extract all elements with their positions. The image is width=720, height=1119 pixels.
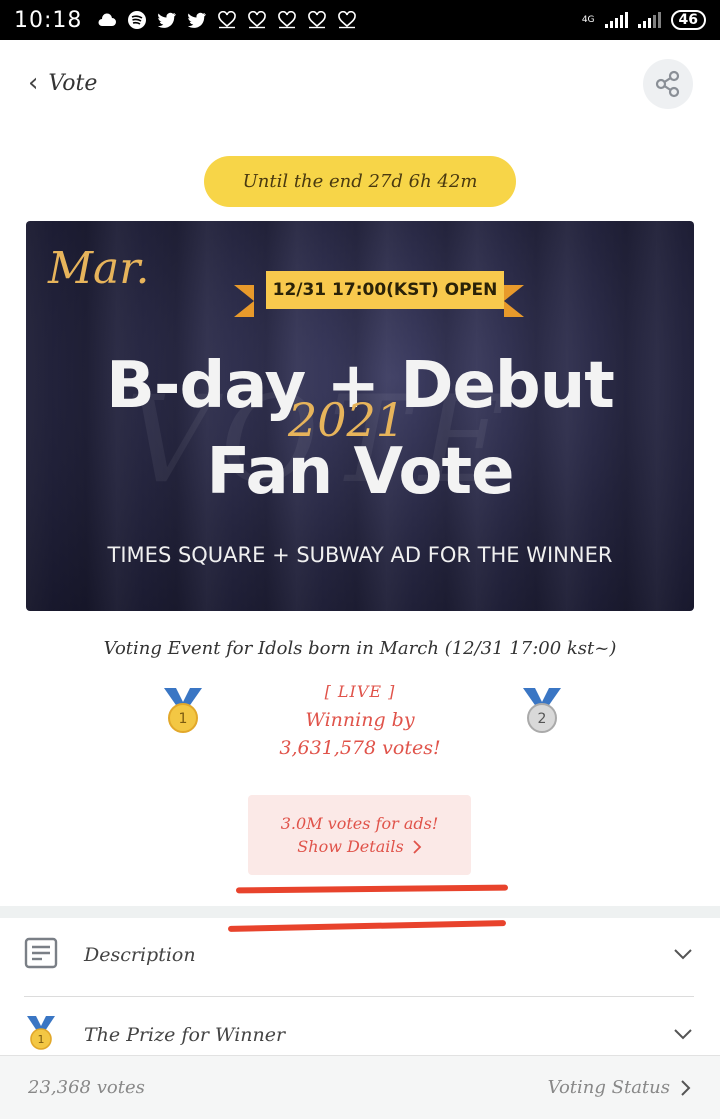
ribbon-tail-left bbox=[234, 285, 254, 317]
banner-ribbon: 12/31 17:00(KST) OPEN bbox=[266, 271, 504, 309]
description-icon bbox=[24, 937, 58, 973]
signal-icon bbox=[604, 12, 628, 28]
status-right: 4G 46 bbox=[582, 10, 706, 30]
chevron-right-icon bbox=[413, 839, 421, 854]
chevron-right-icon bbox=[681, 1079, 691, 1096]
description-label: Description bbox=[84, 944, 196, 966]
red-annotation-line bbox=[235, 884, 509, 894]
twitter-icon bbox=[156, 9, 178, 31]
page-title: Vote bbox=[48, 70, 98, 96]
banner-subline: TIMES SQUARE + SUBWAY AD FOR THE WINNER bbox=[107, 543, 613, 567]
total-votes: 23,368 votes bbox=[28, 1077, 145, 1098]
heart-icon bbox=[276, 9, 298, 31]
ads-votes-label: 3.0M votes for ads! bbox=[280, 814, 439, 833]
battery-icon: 46 bbox=[670, 10, 706, 30]
heart-icon bbox=[336, 9, 358, 31]
event-title: Voting Event for Idols born in March (12… bbox=[103, 638, 617, 659]
svg-text:1: 1 bbox=[179, 711, 188, 727]
gold-medal-icon: 1 bbox=[160, 686, 206, 736]
bottom-bar: 23,368 votes Voting Status bbox=[0, 1055, 720, 1119]
heart-icon bbox=[306, 9, 328, 31]
svg-text:1: 1 bbox=[38, 1033, 45, 1046]
prize-label: The Prize for Winner bbox=[84, 1024, 286, 1046]
ads-details-button[interactable]: 3.0M votes for ads! Show Details bbox=[248, 795, 471, 875]
banner-month: Mar. bbox=[48, 243, 150, 294]
status-bar: 10:18 4G 46 bbox=[0, 0, 720, 40]
ribbon-tail-right bbox=[504, 285, 524, 317]
event-banner: VOTE Mar. 12/31 17:00(KST) OPEN B-day + … bbox=[26, 221, 694, 611]
network-label: 4G bbox=[581, 14, 595, 25]
back-button[interactable]: ‹ Vote bbox=[28, 68, 97, 98]
svg-text:2: 2 bbox=[538, 711, 547, 727]
winning-margin: 3,631,578 votes! bbox=[279, 737, 441, 759]
voting-status-label: Voting Status bbox=[547, 1077, 670, 1098]
chevron-down-icon bbox=[672, 946, 694, 965]
app-header: ‹ Vote bbox=[0, 40, 720, 130]
spotify-icon bbox=[126, 9, 148, 31]
voting-status-link[interactable]: Voting Status bbox=[548, 1077, 692, 1098]
countdown-badge: Until the end 27d 6h 42m bbox=[204, 156, 516, 207]
share-button[interactable] bbox=[643, 59, 693, 109]
notification-icons bbox=[96, 9, 358, 31]
description-row[interactable]: Description bbox=[0, 916, 720, 994]
chevron-left-icon: ‹ bbox=[28, 68, 39, 98]
chevron-down-icon bbox=[672, 1026, 694, 1045]
winning-by-label: Winning by bbox=[305, 709, 415, 731]
twitter-icon bbox=[186, 9, 208, 31]
share-icon bbox=[655, 70, 680, 98]
silver-medal-icon: 2 bbox=[519, 686, 565, 736]
cloud-icon bbox=[96, 9, 118, 31]
show-details-label: Show Details bbox=[297, 837, 404, 856]
status-time: 10:18 bbox=[14, 7, 83, 33]
live-status: [ LIVE ] Winning by 3,631,578 votes! bbox=[260, 682, 460, 759]
banner-headline-2: Fan Vote bbox=[206, 435, 515, 509]
live-label: [ LIVE ] bbox=[324, 682, 396, 701]
signal-icon bbox=[637, 12, 661, 28]
heart-icon bbox=[216, 9, 238, 31]
heart-icon bbox=[246, 9, 268, 31]
medal-icon: 1 bbox=[24, 1015, 58, 1055]
